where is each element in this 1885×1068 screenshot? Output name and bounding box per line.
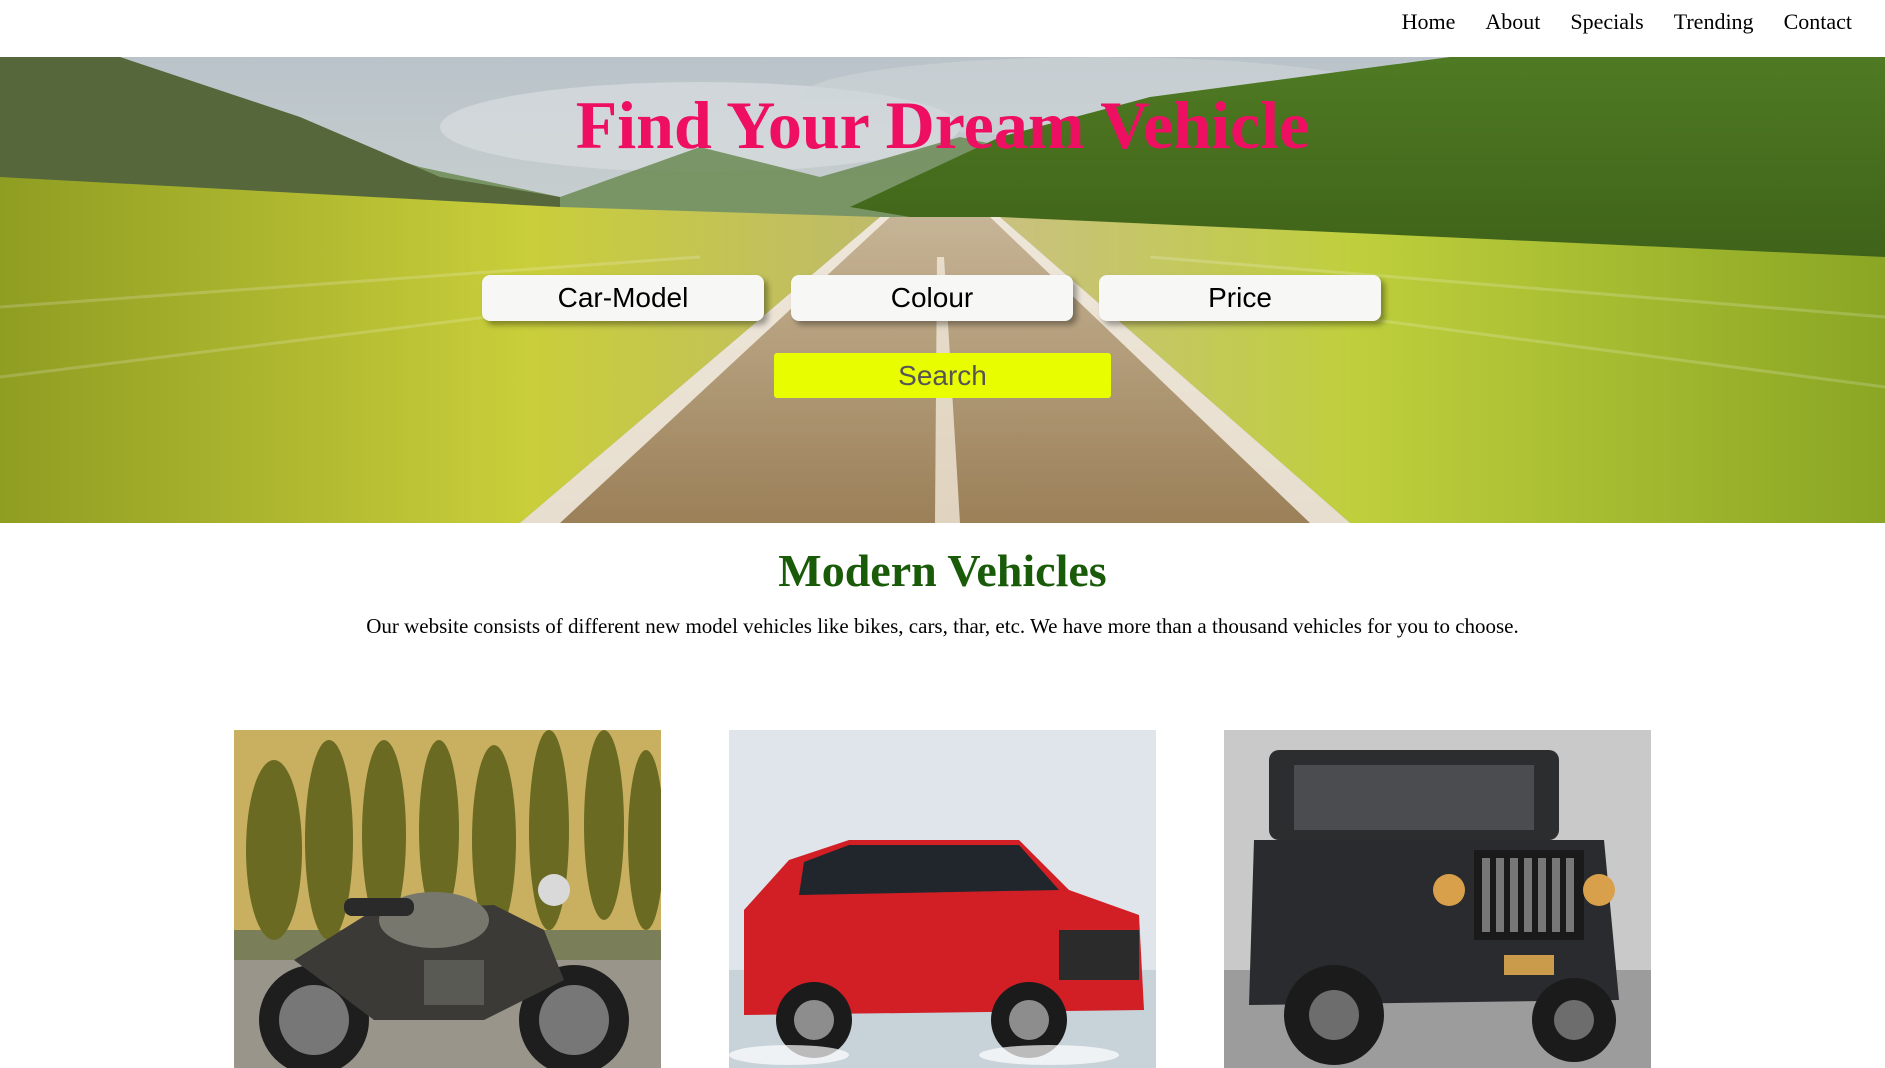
price-input[interactable]: [1099, 275, 1381, 321]
nav-item-trending: Trending: [1659, 8, 1769, 36]
nav-item-about: About: [1470, 8, 1555, 36]
hero-title: Find Your Dream Vehicle: [575, 87, 1310, 163]
hero-banner: Find Your Dream Vehicle Search: [0, 57, 1885, 523]
vehicle-card-thar[interactable]: [1224, 730, 1651, 1068]
jeep-image: [1224, 730, 1651, 1068]
vehicle-card-car[interactable]: [729, 730, 1156, 1068]
car-model-input[interactable]: [482, 275, 764, 321]
top-navbar: Home About Specials Trending Contact: [0, 0, 1885, 57]
search-button[interactable]: Search: [774, 353, 1111, 398]
nav-link-home[interactable]: Home: [1387, 8, 1471, 36]
nav-item-specials: Specials: [1555, 8, 1658, 36]
nav-menu: Home About Specials Trending Contact: [1387, 8, 1867, 36]
nav-link-trending[interactable]: Trending: [1659, 8, 1769, 36]
nav-link-about[interactable]: About: [1470, 8, 1555, 36]
section-title: Modern Vehicles: [778, 545, 1107, 596]
nav-link-contact[interactable]: Contact: [1769, 8, 1867, 36]
motorcycle-image: [234, 730, 661, 1068]
vehicle-card-bike[interactable]: [234, 730, 661, 1068]
suv-car-image: [729, 730, 1156, 1068]
nav-item-home: Home: [1387, 8, 1471, 36]
colour-input[interactable]: [791, 275, 1073, 321]
nav-link-specials[interactable]: Specials: [1555, 8, 1658, 36]
nav-item-contact: Contact: [1769, 8, 1867, 36]
section-description: Our website consists of different new mo…: [366, 614, 1519, 638]
